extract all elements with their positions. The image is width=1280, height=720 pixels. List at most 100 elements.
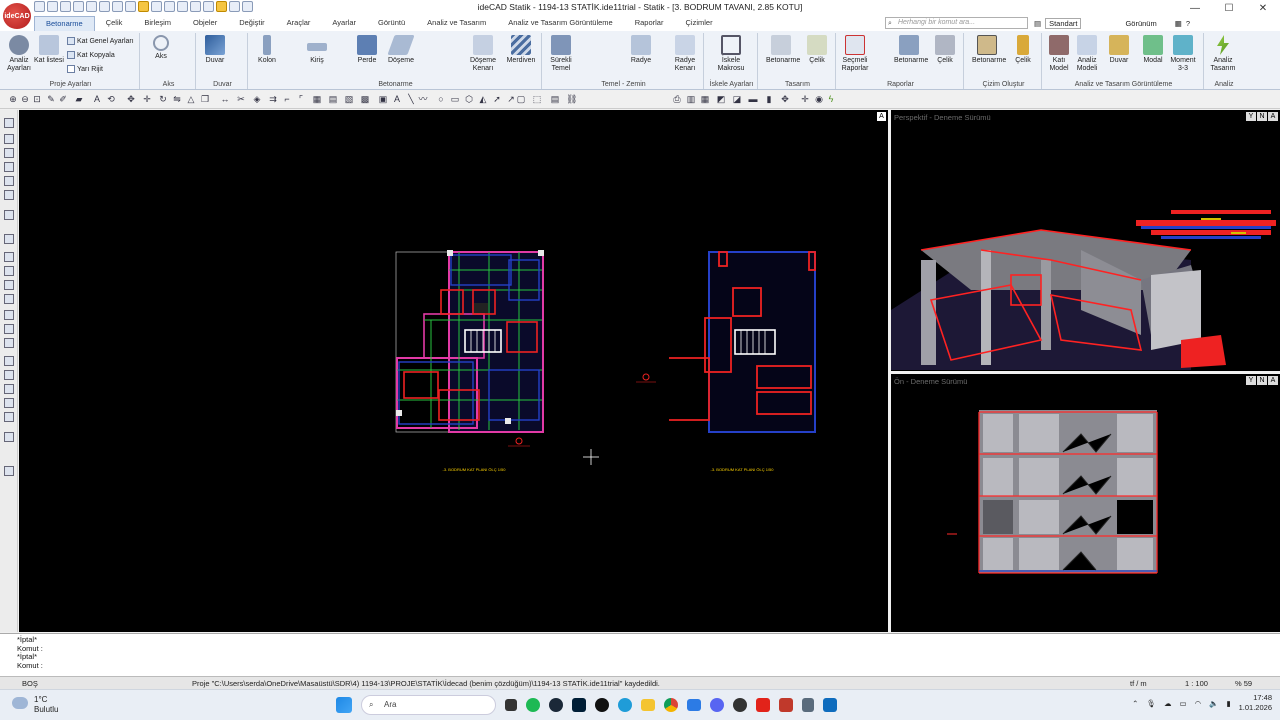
yari-rijit-checkbox[interactable]: Yarı Rijit: [67, 65, 103, 73]
walk-tool-icon[interactable]: [4, 466, 14, 476]
tasarim-celik-button[interactable]: Çelik: [802, 35, 832, 65]
tab-cizimler[interactable]: Çizimler: [674, 16, 723, 31]
zoom-in-icon[interactable]: ⊕: [8, 94, 18, 104]
idecad-icon[interactable]: [779, 698, 793, 712]
stair-tool-icon[interactable]: [4, 190, 14, 200]
paint-icon[interactable]: ▰: [74, 94, 84, 104]
tab-ayarlar[interactable]: Ayarlar: [321, 16, 367, 31]
lightning-small-icon[interactable]: ϟ: [826, 94, 836, 104]
chevron-up-icon[interactable]: ⌃: [1132, 699, 1138, 708]
grid-icon[interactable]: ▩: [360, 94, 370, 104]
radye-button[interactable]: Radye: [626, 35, 656, 65]
tab-goruntu[interactable]: Görüntü: [367, 16, 416, 31]
crane-tool-icon[interactable]: [4, 432, 14, 442]
wifi-icon[interactable]: ◠: [1195, 699, 1202, 708]
microphone-icon[interactable]: 🎙: [1146, 699, 1156, 708]
view-3d-icon[interactable]: ◩: [716, 94, 726, 104]
tab-analiz-tasarim[interactable]: Analiz ve Tasarım: [416, 16, 497, 31]
view-menu[interactable]: Görünüm: [1125, 19, 1156, 28]
select-icon[interactable]: ⬚: [532, 94, 542, 104]
axis-tool-icon[interactable]: [4, 234, 14, 244]
offset-icon[interactable]: ⇉: [268, 94, 278, 104]
fillet-icon[interactable]: ⌐: [282, 94, 292, 104]
volume-icon[interactable]: 🔈: [1209, 699, 1218, 708]
cizim-betonarme-button[interactable]: Betonarme: [972, 35, 1006, 65]
help-icon[interactable]: ?: [1186, 19, 1190, 28]
discord-icon[interactable]: [710, 698, 724, 712]
wall-tool-icon[interactable]: [4, 162, 14, 172]
taskbar-search[interactable]: ⌕ Ara: [361, 695, 496, 715]
rapor-betonarme-button[interactable]: Betonarme: [894, 35, 928, 65]
style-combo[interactable]: Standart: [1045, 18, 1082, 29]
battery-icon[interactable]: ▮: [1226, 699, 1230, 708]
beam-tool-icon[interactable]: [4, 148, 14, 158]
gear-tool-icon[interactable]: [4, 338, 14, 348]
window-layout-icon[interactable]: ▦: [1175, 19, 1182, 28]
select-tool-icon[interactable]: [4, 118, 14, 128]
perspective-viewport[interactable]: Perspektif - Deneme Sürümü Y N A: [891, 110, 1280, 371]
text-icon[interactable]: A: [92, 94, 102, 104]
vp-n-button[interactable]: N: [1257, 376, 1267, 385]
status-zoom[interactable]: % 59: [1235, 679, 1252, 688]
frame-icon[interactable]: ▢: [516, 94, 526, 104]
door-tool-icon[interactable]: [4, 266, 14, 276]
kolon-button[interactable]: Kolon: [252, 35, 282, 65]
rapor-celik-button[interactable]: Çelik: [930, 35, 960, 65]
doseme-button[interactable]: Döşeme: [386, 35, 416, 65]
line-icon[interactable]: ╲: [406, 94, 416, 104]
tab-objeler[interactable]: Objeler: [182, 16, 228, 31]
kat-listesi-button[interactable]: Kat listesi: [34, 35, 64, 65]
move-icon[interactable]: ✥: [126, 94, 136, 104]
steel-tool-icon[interactable]: [4, 356, 14, 366]
rotate-view-icon[interactable]: ⟲: [106, 94, 116, 104]
image-icon[interactable]: ▣: [378, 94, 388, 104]
cizim-celik-button[interactable]: Çelik: [1008, 35, 1038, 65]
zoom-window-icon[interactable]: ⊡: [32, 94, 42, 104]
tab-celik[interactable]: Çelik: [95, 16, 134, 31]
slab-tool-icon[interactable]: [4, 176, 14, 186]
vp-y-button[interactable]: Y: [1246, 376, 1256, 385]
crosshair-icon[interactable]: ✛: [800, 94, 810, 104]
plan-viewport[interactable]: -3. BODRUM KAT PLANI ÖLÇ 1/50 -3. BODRUM…: [19, 110, 888, 632]
column-tool-icon[interactable]: [4, 134, 14, 144]
photoshop-icon[interactable]: [572, 698, 586, 712]
secmeli-raporlar-button[interactable]: Seçmeli Raporlar: [840, 35, 870, 73]
aks-button[interactable]: Aks: [146, 35, 176, 61]
leader-icon[interactable]: ↗: [506, 94, 516, 104]
tab-raporlar[interactable]: Raporlar: [624, 16, 675, 31]
properties-icon[interactable]: ▤: [550, 94, 560, 104]
opening-tool-icon[interactable]: [4, 252, 14, 262]
windows-start-icon[interactable]: [336, 697, 352, 713]
command-area[interactable]: *İptal* Komut : *İptal* Komut :: [0, 633, 1280, 676]
triangle-icon[interactable]: △: [186, 94, 196, 104]
edge-icon[interactable]: [618, 698, 632, 712]
kiris-button[interactable]: Kiriş: [302, 35, 332, 65]
moment-button[interactable]: Moment 3-3: [1168, 35, 1198, 73]
kat-genel-ayarlari-button[interactable]: Kat Genel Ayarları: [67, 37, 134, 45]
pick-icon[interactable]: ✐: [58, 94, 68, 104]
vp-a-button[interactable]: A: [1268, 112, 1278, 121]
minimize-icon[interactable]: —: [1178, 0, 1212, 16]
app-logo[interactable]: ideCAD: [3, 3, 31, 29]
hatch-icon[interactable]: ▦: [312, 94, 322, 104]
status-unit[interactable]: tf / m: [1130, 679, 1147, 688]
vp-y-button[interactable]: Y: [1246, 112, 1256, 121]
iskele-makrosu-button[interactable]: İskele Makrosu: [716, 35, 746, 73]
mirror-icon[interactable]: ⇋: [172, 94, 182, 104]
view-iso-icon[interactable]: ◪: [732, 94, 742, 104]
perde-button[interactable]: Perde: [352, 35, 382, 65]
chrome-icon[interactable]: [664, 698, 678, 712]
display-icon[interactable]: ▭: [1180, 699, 1187, 708]
maximize-icon[interactable]: ☐: [1212, 0, 1246, 16]
tab-analiz-goruntuleme[interactable]: Analiz ve Tasarım Görüntüleme: [497, 16, 624, 31]
pencil-icon[interactable]: ✎: [46, 94, 56, 104]
analiz-ayarlari-button[interactable]: Analiz Ayarları: [4, 35, 34, 73]
front-viewport[interactable]: Ön - Deneme Sürümü Y N A: [891, 374, 1280, 632]
task-view-icon[interactable]: [505, 699, 517, 711]
link-icon[interactable]: ⛓: [566, 94, 577, 104]
tab-betonarme[interactable]: Betonarme: [34, 16, 95, 31]
layer-icon[interactable]: ◈: [252, 94, 262, 104]
command-input[interactable]: Komut :: [0, 661, 1280, 671]
chamfer-icon[interactable]: ⌜: [296, 94, 306, 104]
clock[interactable]: 17:48 1.01.2026: [1239, 693, 1272, 713]
